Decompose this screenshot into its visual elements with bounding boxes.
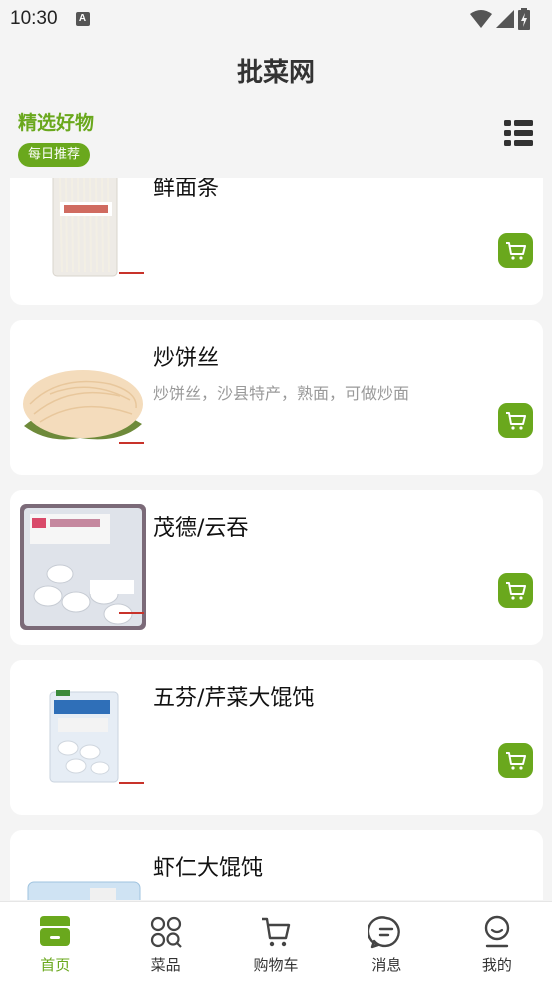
nav-label: 首页	[40, 956, 71, 974]
nav-label: 购物车	[253, 956, 299, 974]
nav-item-dishes[interactable]: 菜品	[110, 902, 220, 983]
battery-charging-icon	[518, 8, 530, 30]
product-name: 炒饼丝	[153, 346, 220, 371]
status-time: 10:30	[10, 8, 58, 29]
add-to-cart-button[interactable]	[498, 233, 533, 268]
product-name: 五芬/芹菜大馄饨	[153, 686, 315, 711]
product-name: 茂德/云吞	[153, 516, 249, 541]
shopping-cart-icon	[505, 411, 526, 430]
image-mark	[119, 782, 144, 784]
nav-label: 我的	[481, 956, 512, 974]
bottom-nav: 首页 菜品 购物车 消息 我的	[0, 901, 552, 983]
shopping-cart-icon	[505, 581, 526, 600]
product-image	[20, 844, 146, 900]
image-mark	[119, 442, 144, 444]
profile-icon	[484, 915, 510, 948]
status-bar: 10:30 A	[0, 0, 552, 38]
product-desc: 炒饼丝，沙县特产，熟面，可做炒面	[153, 384, 410, 403]
nav-item-cart[interactable]: 购物车	[221, 902, 331, 983]
product-card[interactable]: 五芬/芹菜大馄饨	[10, 660, 543, 815]
nav-item-home[interactable]: 首页	[0, 902, 110, 983]
product-card[interactable]: 炒饼丝 炒饼丝，沙县特产，熟面，可做炒面	[10, 320, 543, 475]
section-title: 精选好物	[18, 112, 95, 134]
product-card[interactable]: 茂德/云吞	[10, 490, 543, 645]
image-mark	[119, 272, 144, 274]
nav-item-messages[interactable]: 消息	[331, 902, 441, 983]
product-card[interactable]: 虾仁大馄饨	[10, 830, 543, 900]
list-icon[interactable]	[504, 118, 534, 148]
cart-icon	[262, 917, 291, 947]
add-to-cart-button[interactable]	[498, 403, 533, 438]
image-mark	[119, 612, 144, 614]
notification-a-icon: A	[75, 12, 90, 26]
product-name: 鲜面条	[153, 178, 220, 201]
nav-item-profile[interactable]: 我的	[442, 902, 552, 983]
product-list[interactable]: 鲜面条 炒饼丝 炒饼丝，沙县特产，熟面，可做炒面 茂德/云吞 五芬/芹菜大馄饨 …	[0, 178, 552, 900]
home-shop-icon	[40, 916, 71, 946]
product-name: 虾仁大馄饨	[153, 856, 264, 881]
nav-label: 消息	[371, 956, 402, 974]
status-icons	[470, 8, 530, 30]
product-image	[20, 178, 146, 290]
category-grid-icon	[150, 916, 182, 948]
product-image	[20, 674, 146, 800]
daily-recommend-badge[interactable]: 每日推荐	[18, 143, 91, 167]
page-title: 批菜网	[236, 58, 315, 88]
product-card[interactable]: 鲜面条	[10, 178, 543, 305]
product-image	[20, 334, 146, 460]
add-to-cart-button[interactable]	[498, 573, 533, 608]
wifi-icon	[470, 10, 492, 28]
nav-label: 菜品	[150, 956, 181, 974]
message-icon	[368, 916, 401, 949]
shopping-cart-icon	[505, 241, 526, 260]
product-image	[20, 504, 146, 630]
add-to-cart-button[interactable]	[498, 743, 533, 778]
shopping-cart-icon	[505, 751, 526, 770]
signal-icon	[496, 10, 514, 28]
